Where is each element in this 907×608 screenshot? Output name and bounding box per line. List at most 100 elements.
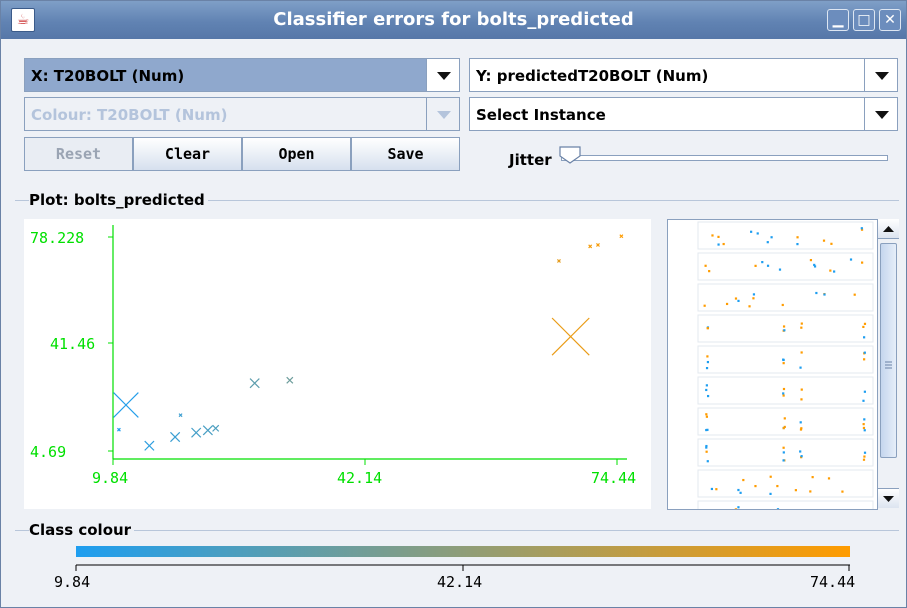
strip-point	[862, 423, 865, 426]
data-point[interactable]	[556, 258, 561, 263]
chevron-down-icon	[426, 98, 459, 130]
strip-point	[863, 322, 867, 325]
chevron-down-icon[interactable]	[864, 59, 897, 91]
strip-point	[800, 388, 803, 391]
scatter-strip[interactable]	[697, 469, 874, 498]
data-point[interactable]	[170, 431, 181, 443]
chevron-down-icon	[883, 496, 894, 502]
y-tick-label: 4.69	[30, 443, 66, 461]
data-point[interactable]	[588, 244, 593, 249]
data-point[interactable]	[202, 425, 213, 436]
strip-point	[737, 488, 740, 492]
scroll-thumb[interactable]	[880, 243, 897, 458]
strip-point	[863, 451, 867, 454]
strip-point	[862, 399, 865, 402]
scatter-strip[interactable]	[697, 252, 874, 281]
data-point[interactable]	[113, 392, 139, 418]
strip-point	[769, 492, 772, 495]
scatter-strip[interactable]	[697, 407, 874, 436]
matrix-scrollbar[interactable]	[877, 219, 899, 510]
strip-point	[750, 230, 753, 233]
data-point[interactable]	[551, 317, 590, 356]
data-point[interactable]	[178, 413, 183, 418]
strip-point	[800, 322, 803, 325]
strip-point	[706, 428, 709, 431]
strip-point	[862, 426, 866, 430]
attribute-scatter-strips[interactable]	[668, 220, 878, 510]
y-axis-select[interactable]: Y: predictedT20BOLT (Num)	[469, 58, 898, 92]
strip-point	[829, 269, 832, 272]
strip-point	[860, 227, 863, 230]
strip-point	[800, 427, 803, 430]
y-tick-label: 41.46	[50, 335, 95, 353]
open-button[interactable]: Open	[242, 137, 351, 171]
strip-point	[863, 351, 866, 354]
data-point[interactable]	[191, 427, 202, 438]
data-point[interactable]	[117, 427, 121, 432]
scatter-strip[interactable]	[697, 314, 874, 343]
strip-point	[833, 270, 836, 273]
strip-point	[776, 508, 780, 509]
strip-point	[863, 418, 866, 421]
maximize-icon[interactable]: □	[853, 9, 875, 31]
scatter-strip[interactable]	[697, 376, 874, 405]
window-title: Classifier errors for bolts_predicted	[273, 9, 634, 30]
strip-point	[782, 459, 785, 462]
strip-point	[752, 293, 756, 296]
strip-point	[783, 417, 786, 420]
save-button[interactable]: Save	[351, 137, 460, 171]
strip-point	[841, 490, 844, 493]
data-point[interactable]	[286, 376, 294, 384]
data-point[interactable]	[619, 234, 624, 239]
strip-point	[815, 291, 818, 295]
data-point[interactable]	[595, 242, 600, 247]
strip-point	[781, 303, 784, 307]
chevron-down-icon[interactable]	[864, 98, 897, 130]
strip-point	[766, 241, 769, 244]
scroll-down-button[interactable]	[878, 488, 899, 508]
strip-point	[782, 362, 785, 365]
scatter-matrix-panel[interactable]	[667, 219, 899, 510]
scatter-strip[interactable]	[697, 345, 874, 374]
strip-point	[748, 305, 751, 308]
strip-point	[782, 358, 785, 361]
strip-point	[796, 242, 799, 246]
strip-point	[863, 455, 866, 458]
strip-point	[711, 234, 714, 237]
strip-point	[725, 302, 729, 306]
strip-point	[800, 351, 803, 354]
strip-point	[799, 421, 802, 424]
x-axis-select[interactable]: X: T20BOLT (Num)	[24, 58, 460, 92]
clear-button[interactable]: Clear	[133, 137, 242, 171]
jitter-slider-thumb[interactable]	[559, 146, 581, 164]
class-colour-group-border	[15, 530, 899, 531]
strip-point	[756, 232, 759, 235]
data-point[interactable]	[212, 424, 220, 432]
strip-point	[862, 458, 866, 461]
strip-point	[706, 394, 710, 398]
strip-point	[737, 299, 740, 303]
jitter-slider[interactable]	[561, 155, 888, 161]
scatter-strip[interactable]	[697, 438, 874, 467]
scatter-strip[interactable]	[697, 283, 874, 312]
data-point[interactable]	[144, 440, 155, 451]
scatter-plot[interactable]: 78.228 41.46 4.69 9.84 42.14 74.44	[24, 219, 651, 509]
strip-point	[809, 258, 813, 262]
select-instance-select[interactable]: Select Instance	[469, 97, 898, 131]
title-bar[interactable]: ☕ Classifier errors for bolts_predicted …	[1, 1, 906, 39]
strip-point	[708, 270, 711, 273]
strip-point	[800, 326, 803, 329]
legend-tick-label: 9.84	[54, 573, 90, 591]
strip-point	[794, 489, 797, 492]
scatter-strip[interactable]	[697, 500, 874, 510]
scroll-up-button[interactable]	[878, 219, 899, 239]
chevron-down-icon[interactable]	[426, 59, 459, 91]
reset-button: Reset	[24, 137, 133, 171]
legend-tick-label: 74.44	[810, 573, 855, 591]
strip-point	[705, 450, 708, 453]
close-icon[interactable]: ✕	[879, 9, 901, 31]
minimize-icon[interactable]: ▁	[827, 9, 849, 31]
x-axis-label: X: T20BOLT (Num)	[31, 67, 185, 85]
data-point[interactable]	[249, 378, 260, 389]
chevron-up-icon	[883, 226, 894, 232]
